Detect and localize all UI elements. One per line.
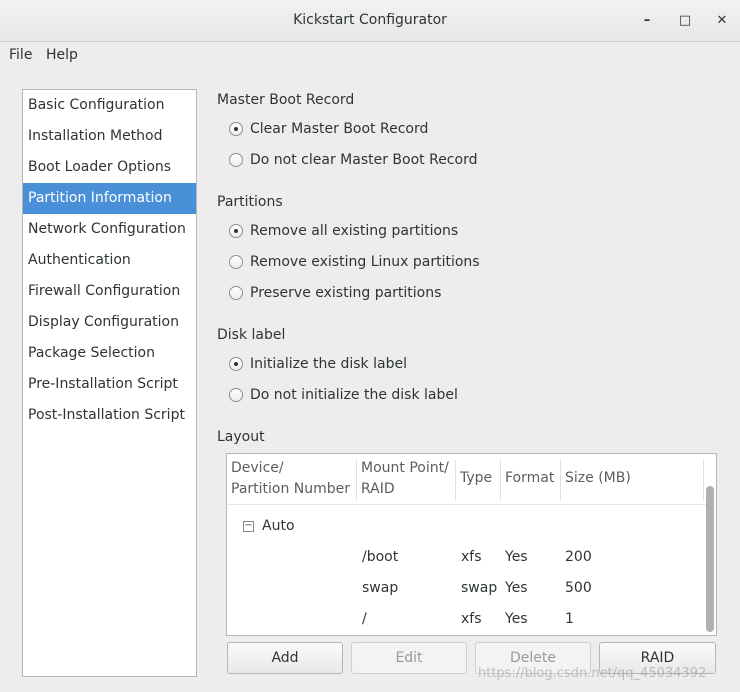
mbr-option-do-not-clear[interactable]: Do not clear Master Boot Record bbox=[229, 150, 477, 170]
watermark-text: https://blog.csdn.net/qq_45034392 bbox=[478, 666, 707, 681]
radio-label: Preserve existing partitions bbox=[250, 285, 442, 301]
radio-label: Clear Master Boot Record bbox=[250, 121, 429, 137]
edit-button[interactable]: Edit bbox=[351, 642, 467, 674]
radio-label: Remove existing Linux partitions bbox=[250, 254, 480, 270]
sidebar-item-basic-configuration[interactable]: Basic Configuration bbox=[23, 90, 196, 121]
sidebar-item-authentication[interactable]: Authentication bbox=[23, 245, 196, 276]
radio-checked-icon[interactable] bbox=[229, 357, 243, 371]
column-header-device-line1: Device/ bbox=[231, 460, 284, 476]
row-root-format: Yes bbox=[505, 611, 528, 627]
add-button[interactable]: Add bbox=[227, 642, 343, 674]
row-boot-format: Yes bbox=[505, 549, 528, 565]
radio-label: Do not initialize the disk label bbox=[250, 387, 458, 403]
sidebar-item-boot-loader-options[interactable]: Boot Loader Options bbox=[23, 152, 196, 183]
layout-section-title: Layout bbox=[217, 429, 265, 445]
column-header-mount-line2: RAID bbox=[361, 481, 395, 497]
radio-unchecked-icon[interactable] bbox=[229, 153, 243, 167]
column-header-type[interactable]: Type bbox=[456, 454, 501, 504]
radio-label: Remove all existing partitions bbox=[250, 223, 459, 239]
radio-checked-icon[interactable] bbox=[229, 224, 243, 238]
column-divider bbox=[703, 460, 704, 500]
column-header-device-line2: Partition Number bbox=[231, 481, 351, 497]
mbr-section-title: Master Boot Record bbox=[217, 92, 355, 108]
collapse-icon[interactable]: − bbox=[243, 521, 254, 532]
row-root-mount[interactable]: / bbox=[362, 611, 367, 627]
sidebar-item-partition-information[interactable]: Partition Information bbox=[23, 183, 196, 214]
radio-checked-icon[interactable] bbox=[229, 122, 243, 136]
column-header-format[interactable]: Format bbox=[501, 454, 560, 504]
window-title: Kickstart Configurator bbox=[293, 12, 447, 28]
vertical-scrollbar[interactable] bbox=[706, 486, 714, 632]
sidebar-item-network-configuration[interactable]: Network Configuration bbox=[23, 214, 196, 245]
menu-help[interactable]: Help bbox=[46, 47, 78, 63]
row-boot-type: xfs bbox=[461, 549, 482, 565]
maximize-icon[interactable]: □ bbox=[676, 12, 694, 30]
sidebar-item-package-selection[interactable]: Package Selection bbox=[23, 338, 196, 369]
partitions-option-remove-linux[interactable]: Remove existing Linux partitions bbox=[229, 252, 480, 272]
row-swap-type: swap bbox=[461, 580, 498, 596]
close-icon[interactable]: ✕ bbox=[713, 12, 731, 30]
sidebar-item-post-installation-script[interactable]: Post-Installation Script bbox=[23, 400, 196, 431]
sidebar: Basic Configuration Installation Method … bbox=[22, 89, 197, 677]
row-root-type: xfs bbox=[461, 611, 482, 627]
disklabel-option-initialize[interactable]: Initialize the disk label bbox=[229, 354, 407, 374]
title-bar: Kickstart Configurator – □ ✕ bbox=[0, 0, 740, 42]
disklabel-section-title: Disk label bbox=[217, 327, 286, 343]
radio-label: Initialize the disk label bbox=[250, 356, 407, 372]
radio-label: Do not clear Master Boot Record bbox=[250, 152, 478, 168]
row-swap-mount[interactable]: swap bbox=[362, 580, 398, 596]
partitions-section-title: Partitions bbox=[217, 194, 283, 210]
menu-bar: File Help bbox=[0, 42, 740, 70]
minimize-icon[interactable]: – bbox=[638, 12, 656, 30]
tree-group-auto[interactable]: Auto bbox=[262, 518, 295, 534]
column-header-mount-point[interactable]: Mount Point/ RAID bbox=[357, 454, 456, 504]
column-header-device[interactable]: Device/ Partition Number bbox=[227, 454, 357, 504]
partitions-option-preserve[interactable]: Preserve existing partitions bbox=[229, 283, 441, 303]
menu-file[interactable]: File bbox=[9, 47, 32, 63]
column-header-size[interactable]: Size (MB) bbox=[561, 454, 701, 504]
column-header-mount-line1: Mount Point/ bbox=[361, 460, 449, 476]
layout-table[interactable]: Device/ Partition Number Mount Point/ RA… bbox=[226, 453, 717, 636]
radio-unchecked-icon[interactable] bbox=[229, 286, 243, 300]
sidebar-item-display-configuration[interactable]: Display Configuration bbox=[23, 307, 196, 338]
radio-unchecked-icon[interactable] bbox=[229, 255, 243, 269]
header-separator bbox=[227, 504, 707, 505]
mbr-option-clear[interactable]: Clear Master Boot Record bbox=[229, 119, 428, 139]
row-swap-format: Yes bbox=[505, 580, 528, 596]
sidebar-item-installation-method[interactable]: Installation Method bbox=[23, 121, 196, 152]
row-swap-size: 500 bbox=[565, 580, 592, 596]
partitions-option-remove-all[interactable]: Remove all existing partitions bbox=[229, 221, 458, 241]
row-boot-mount[interactable]: /boot bbox=[362, 549, 398, 565]
sidebar-item-firewall-configuration[interactable]: Firewall Configuration bbox=[23, 276, 196, 307]
radio-unchecked-icon[interactable] bbox=[229, 388, 243, 402]
sidebar-item-pre-installation-script[interactable]: Pre-Installation Script bbox=[23, 369, 196, 400]
row-boot-size: 200 bbox=[565, 549, 592, 565]
disklabel-option-do-not-initialize[interactable]: Do not initialize the disk label bbox=[229, 385, 458, 405]
row-root-size: 1 bbox=[565, 611, 574, 627]
